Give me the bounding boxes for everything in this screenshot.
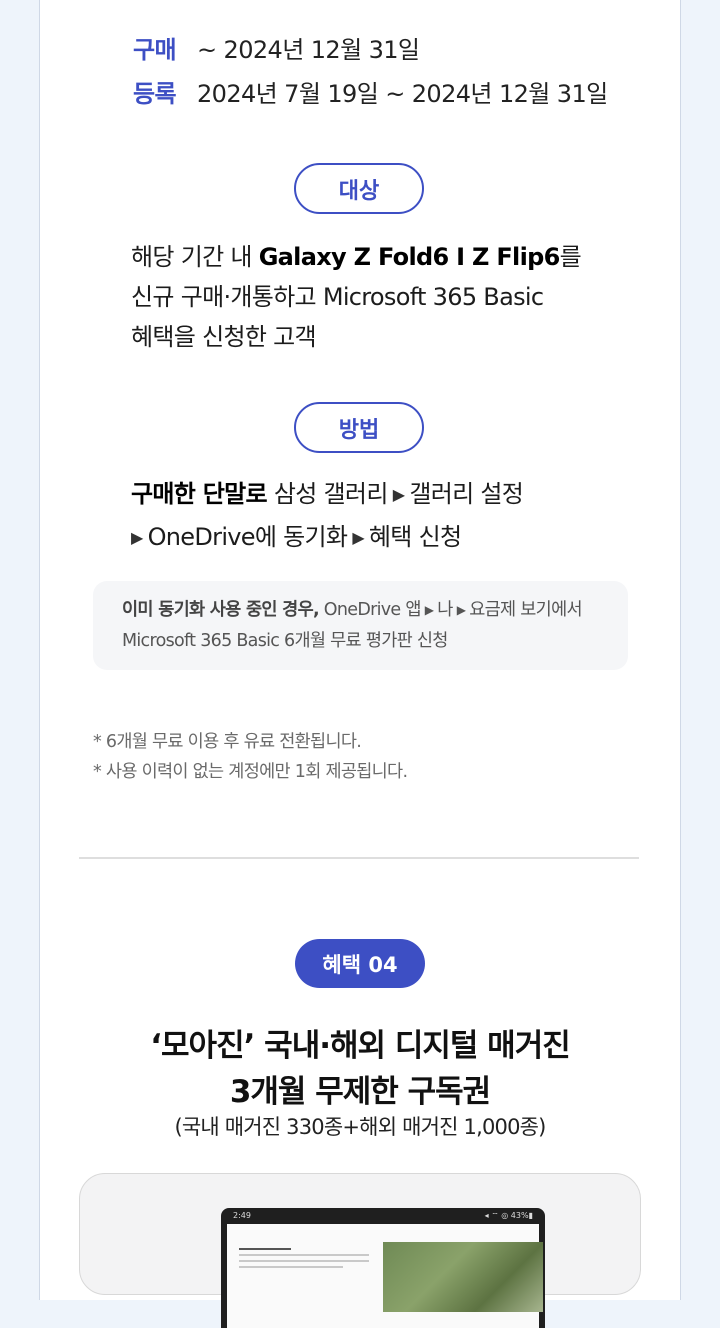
arrow-right-icon: ▶ (456, 603, 466, 617)
section-divider (79, 857, 639, 859)
register-value: 2024년 7월 19일 ~ 2024년 12월 31일 (197, 80, 608, 108)
benefit-badge: 혜택 04 (295, 939, 425, 988)
arrow-right-icon: ▶ (352, 528, 364, 547)
article-photo (383, 1242, 543, 1312)
target-line-3: 혜택을 신청한 고객 (131, 323, 317, 351)
footnote-1: * 6개월 무료 이용 후 유료 전환됩니다. (93, 732, 362, 752)
purchase-label: 구매 (133, 36, 177, 64)
status-time: 2:49 (233, 1211, 251, 1220)
target-line-2: 신규 구매·개통하고 Microsoft 365 Basic (131, 283, 544, 311)
target-line-1: 해당 기간 내 Galaxy Z Fold6 I Z Flip6를 (131, 243, 582, 271)
benefit-title-line-1: ‘모아진’ 국내·해외 디지털 매거진 (150, 1028, 570, 1064)
benefit-subtitle: (국내 매거진 330종+해외 매거진 1,000종) (174, 1115, 546, 1139)
register-period-row: 등록 2024년 7월 19일 ~ 2024년 12월 31일 (133, 74, 608, 109)
method-line-1: 구매한 단말로 삼성 갤러리 ▶ 갤러리 설정 (131, 474, 524, 517)
article-text-lines (239, 1248, 369, 1272)
method-steps: 구매한 단말로 삼성 갤러리 ▶ 갤러리 설정 ▶ OneDrive에 동기화 ▶ 혜택 … (131, 474, 524, 560)
benefit-title-line-2: 3개월 무제한 구독권 (229, 1074, 491, 1110)
purchase-value: ~ 2024년 12월 31일 (197, 36, 420, 64)
method-pill: 방법 (294, 402, 424, 453)
purchase-period-row: 구매 ~ 2024년 12월 31일 (133, 30, 420, 65)
target-device-names: Galaxy Z Fold6 I Z Flip6 (258, 243, 561, 271)
target-pill: 대상 (294, 163, 424, 214)
magazine-preview-image: 2:49 ◂ ⌔ ◎ 43%▮ (79, 1173, 641, 1328)
target-description: 해당 기간 내 Galaxy Z Fold6 I Z Flip6를 신규 구매·… (131, 237, 582, 357)
footnote-2: * 사용 이력이 없는 계정에만 1회 제공됩니다. (93, 762, 408, 782)
method-bold: 구매한 단말로 (131, 480, 268, 508)
method-line-2: ▶ OneDrive에 동기화 ▶ 혜택 신청 (131, 517, 523, 560)
register-label: 등록 (133, 80, 177, 108)
sync-note-box: 이미 동기화 사용 중인 경우, OneDrive 앱 ▶ 나 ▶ 요금제 보기에서 M… (93, 581, 628, 670)
sync-note-text: 이미 동기화 사용 중인 경우, OneDrive 앱 ▶ 나 ▶ 요금제 보기에서 M… (122, 600, 583, 651)
status-icons: ◂ ⌔ ◎ 43%▮ (484, 1211, 533, 1220)
arrow-right-icon: ▶ (392, 485, 405, 504)
status-bar: 2:49 ◂ ⌔ ◎ 43%▮ (227, 1210, 539, 1222)
arrow-right-icon: ▶ (424, 603, 434, 617)
arrow-right-icon: ▶ (131, 528, 143, 547)
tablet-device: 2:49 ◂ ⌔ ◎ 43%▮ (221, 1208, 545, 1328)
tablet-screen (227, 1224, 543, 1328)
